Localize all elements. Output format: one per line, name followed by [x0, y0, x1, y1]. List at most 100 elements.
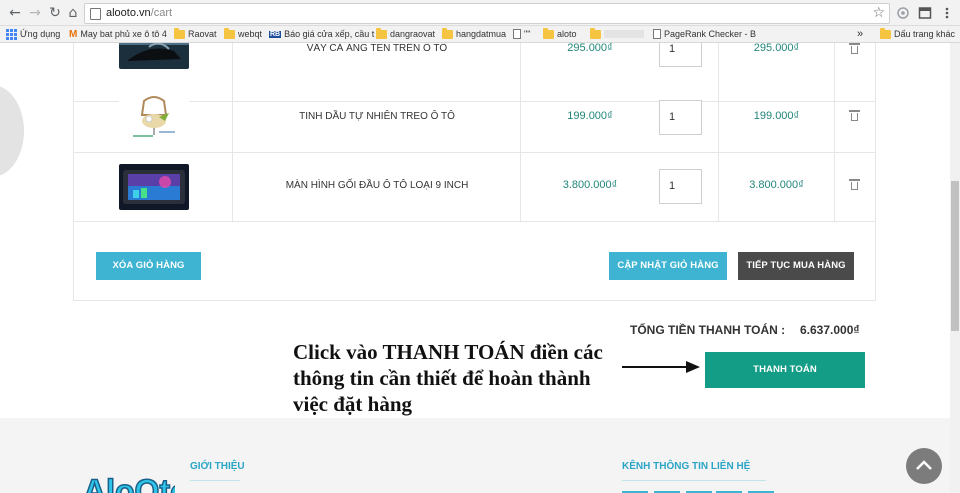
unit-price: 3.800.000₫: [562, 179, 618, 191]
apps-icon: [6, 28, 17, 40]
folder-icon: [224, 27, 235, 39]
continue-shopping-button[interactable]: TIẾP TỤC MUA HÀNG: [738, 252, 854, 280]
footer-contact-heading[interactable]: KÊNH THÔNG TIN LIÊN HỆ: [622, 461, 750, 472]
bookmark-hangdatmua[interactable]: hangdatmua: [442, 27, 506, 41]
bookmark-webqt[interactable]: webqt: [224, 27, 262, 41]
column-divider: [232, 153, 233, 222]
cart-row: TINH DẦU TỰ NHIÊN TREO Ô TÔ 199.000₫ 1 1…: [74, 84, 875, 153]
quantity-input[interactable]: 1: [659, 43, 702, 67]
window-icon[interactable]: [918, 6, 932, 20]
bookmark-apps[interactable]: Ứng dụng: [6, 27, 60, 41]
bookmark-label: hangdatmua: [456, 29, 507, 39]
scrollbar-thumb[interactable]: [951, 181, 959, 331]
footer-logo[interactable]: AloOto: [75, 458, 175, 493]
home-icon[interactable]: ⌂: [64, 4, 82, 22]
forward-icon[interactable]: →: [26, 4, 44, 22]
heading-underline: [190, 480, 240, 481]
bookmark-label: webqt: [238, 29, 263, 39]
bookmark-label: Ứng dụng: [20, 29, 61, 39]
product-name[interactable]: TINH DẦU TỰ NHIÊN TREO Ô TÔ: [234, 111, 520, 122]
quantity-input[interactable]: 1: [659, 169, 702, 204]
page-icon: [90, 8, 101, 20]
folder-icon: [880, 27, 891, 39]
page-viewport: VÂY CÁ ĂNG TEN TRÊN Ô TÔ 295.000₫ 1 295.…: [0, 43, 960, 493]
trash-icon[interactable]: [849, 179, 860, 190]
cart-table: VÂY CÁ ĂNG TEN TRÊN Ô TÔ 295.000₫ 1 295.…: [73, 43, 876, 301]
scrollbar[interactable]: [950, 43, 960, 493]
line-total: 199.000₫: [753, 110, 800, 122]
instruction-annotation: Click vào THANH TOÁN điền các thông tin …: [293, 339, 643, 417]
document-icon: [513, 29, 521, 39]
column-divider: [834, 84, 835, 153]
bookmark-label: Dấu trang khác: [894, 29, 956, 39]
chevron-up-icon: [916, 460, 932, 470]
bookmark-may-bat-phu[interactable]: M May bat phủ xe ô tô 4: [69, 27, 167, 41]
bookmark-label: Báo giá cửa xếp, cầu t: [284, 29, 375, 39]
bookmark-aloto[interactable]: aloto: [543, 27, 577, 41]
cart-row: MÀN HÌNH GỐI ĐẦU Ô TÔ LOẠI 9 INCH 3.800.…: [74, 153, 875, 222]
folder-icon: [376, 27, 387, 39]
browser-toolbar: ← → ↻ ⌂ alooto.vn/cart ☆: [0, 0, 960, 26]
product-name[interactable]: VÂY CÁ ĂNG TEN TRÊN Ô TÔ: [234, 43, 520, 54]
rb-logo-icon: RB: [269, 30, 282, 38]
clear-cart-button[interactable]: XÓA GIỎ HÀNG: [96, 252, 201, 280]
line-total: 295.000₫: [753, 43, 800, 54]
blurred-label: [604, 30, 644, 38]
address-bar[interactable]: alooto.vn/cart ☆: [84, 3, 890, 24]
bookmark-blurred[interactable]: [590, 27, 644, 41]
logo-text: AloOto: [83, 473, 175, 493]
bookmark-label: "": [524, 29, 531, 39]
bookmarks-bar: Ứng dụng M May bat phủ xe ô tô 4 Raovat …: [0, 26, 960, 43]
checkout-button[interactable]: THANH TOÁN: [705, 352, 865, 388]
product-image-headrest-monitor[interactable]: [119, 164, 189, 210]
side-widget[interactable]: [0, 85, 24, 177]
bookmarks-overflow[interactable]: »: [857, 27, 863, 41]
bookmark-dangraovat[interactable]: dangraovat: [376, 27, 435, 41]
bookmark-label: aloto: [557, 29, 577, 39]
unit-price: 199.000₫: [567, 110, 613, 122]
extension-icon[interactable]: [896, 6, 910, 20]
url-text: alooto.vn/cart: [106, 7, 172, 19]
product-image-antenna[interactable]: [119, 43, 189, 69]
bookmark-label: PageRank Checker - B: [664, 29, 757, 39]
total-label: TỔNG TIỀN THANH TOÁN :: [630, 323, 786, 337]
annotation-line: thông tin cần thiết để hoàn thành: [293, 366, 591, 390]
bookmark-raovat[interactable]: Raovat: [174, 27, 217, 41]
unit-price: 295.000₫: [567, 43, 613, 54]
product-image-perfume[interactable]: [119, 95, 189, 141]
trash-icon[interactable]: [849, 43, 860, 54]
folder-icon: [174, 27, 185, 39]
folder-icon: [543, 27, 554, 39]
bookmark-pagerank[interactable]: PageRank Checker - B: [653, 27, 756, 41]
menu-icon[interactable]: [940, 6, 954, 20]
document-icon: [653, 29, 661, 39]
m-logo-icon: M: [69, 28, 78, 40]
more-icon: »: [857, 28, 864, 40]
url-host: alooto.vn: [106, 7, 151, 19]
scroll-to-top-button[interactable]: [906, 448, 942, 484]
quantity-input[interactable]: 1: [659, 100, 702, 135]
back-icon[interactable]: ←: [6, 4, 24, 22]
arrow-head-icon: [686, 361, 700, 373]
site-footer: AloOto GIỚI THIỆU KÊNH THÔNG TIN LIÊN HỆ: [0, 418, 950, 493]
total-value: 6.637.000₫: [800, 323, 860, 337]
arrow-line: [622, 366, 692, 368]
annotation-line: việc đặt hàng: [293, 392, 413, 416]
bookmark-label: Raovat: [188, 29, 217, 39]
bookmark-star-icon[interactable]: ☆: [872, 5, 885, 21]
line-total: 3.800.000₫: [749, 179, 804, 191]
folder-icon: [590, 27, 601, 39]
reload-icon[interactable]: ↻: [46, 4, 64, 22]
update-cart-button[interactable]: CẬP NHẬT GIỎ HÀNG: [609, 252, 727, 280]
bookmark-label: May bat phủ xe ô tô 4: [80, 29, 167, 39]
bookmark-label: dangraovat: [390, 29, 436, 39]
bookmark-bao-gia[interactable]: RB Báo giá cửa xếp, cầu t: [269, 27, 374, 41]
annotation-line: Click vào THANH TOÁN điền các: [293, 340, 603, 364]
bookmark-untitled[interactable]: "": [513, 27, 530, 41]
trash-icon[interactable]: [849, 110, 860, 121]
bookmark-other[interactable]: Dấu trang khác: [880, 27, 955, 41]
footer-about-heading[interactable]: GIỚI THIỆU: [190, 461, 245, 472]
product-name[interactable]: MÀN HÌNH GỐI ĐẦU Ô TÔ LOẠI 9 INCH: [234, 180, 520, 191]
heading-underline: [622, 480, 766, 481]
column-divider: [834, 153, 835, 222]
